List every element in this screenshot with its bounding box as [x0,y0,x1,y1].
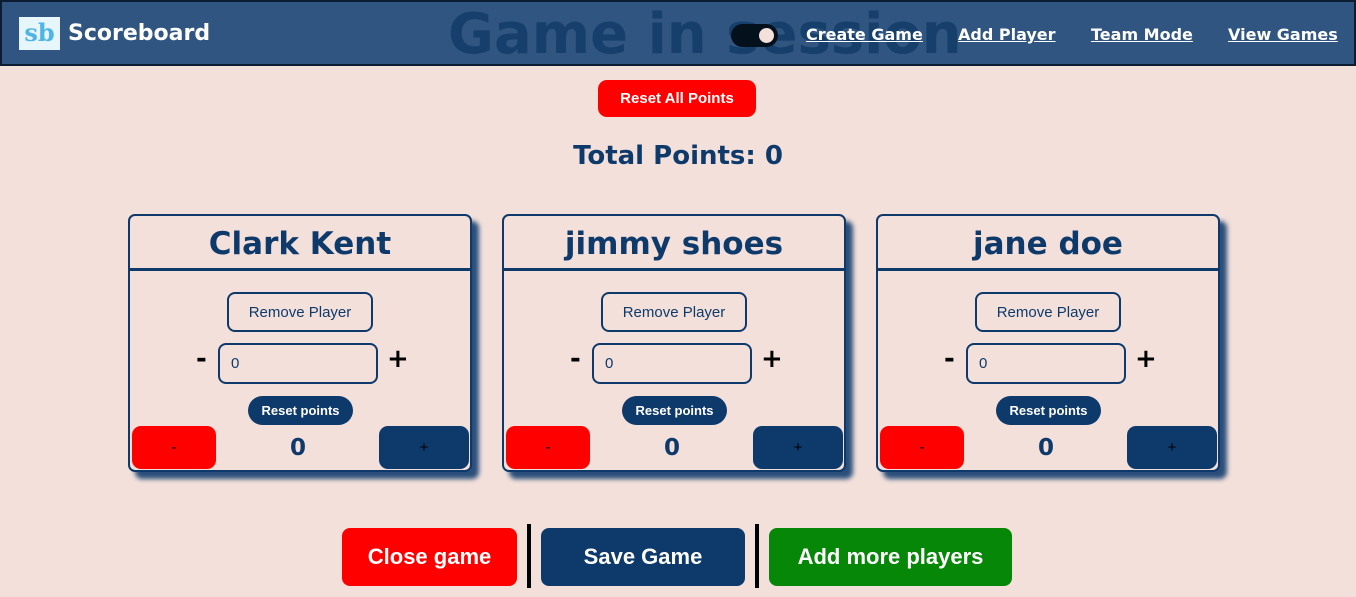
remove-player-button[interactable]: Remove Player [227,292,373,332]
minus-label: - [944,344,955,374]
decrement-button[interactable]: - [880,426,964,469]
player-score: 0 [1037,435,1054,461]
points-input[interactable] [966,343,1126,384]
reset-points-button[interactable]: Reset points [996,396,1101,425]
nav-add-player[interactable]: Add Player [958,24,1056,46]
nav-view-games[interactable]: View Games [1228,24,1338,46]
minus-label: - [196,344,207,374]
player-score: 0 [289,435,306,461]
theme-toggle[interactable] [731,24,778,47]
toggle-knob [759,28,774,43]
plus-label: + [761,344,783,374]
remove-player-button[interactable]: Remove Player [601,292,747,332]
app-name[interactable]: Scoreboard [68,20,210,48]
logo-icon[interactable]: sb [19,17,60,50]
increment-button[interactable]: + [753,426,843,469]
card-divider [130,268,470,271]
player-card: Clark Kent Remove Player - + Reset point… [128,214,472,472]
total-points: Total Points: 0 [573,141,783,171]
add-more-players-button[interactable]: Add more players [769,528,1012,586]
nav-create-game[interactable]: Create Game [806,24,923,46]
player-name: Clark Kent [208,226,392,262]
nav-team-mode[interactable]: Team Mode [1091,24,1193,46]
close-game-button[interactable]: Close game [342,528,517,586]
decrement-button[interactable]: - [506,426,590,469]
increment-button[interactable]: + [379,426,469,469]
player-card: jimmy shoes Remove Player - + Reset poin… [502,214,846,472]
player-card: jane doe Remove Player - + Reset points … [876,214,1220,472]
player-name: jane doe [973,226,1123,262]
points-input[interactable] [218,343,378,384]
player-name: jimmy shoes [564,226,784,262]
reset-points-button[interactable]: Reset points [622,396,727,425]
plus-label: + [1135,344,1157,374]
save-game-button[interactable]: Save Game [541,528,745,586]
navbar: sb Scoreboard Game in session Create Gam… [0,0,1356,67]
card-divider [504,268,844,271]
separator [755,524,759,588]
plus-label: + [387,344,409,374]
points-input[interactable] [592,343,752,384]
increment-button[interactable]: + [1127,426,1217,469]
minus-label: - [570,344,581,374]
remove-player-button[interactable]: Remove Player [975,292,1121,332]
card-divider [878,268,1218,271]
reset-all-points-button[interactable]: Reset All Points [598,80,756,117]
player-score: 0 [663,435,680,461]
decrement-button[interactable]: - [132,426,216,469]
reset-points-button[interactable]: Reset points [248,396,353,425]
separator [527,524,531,588]
